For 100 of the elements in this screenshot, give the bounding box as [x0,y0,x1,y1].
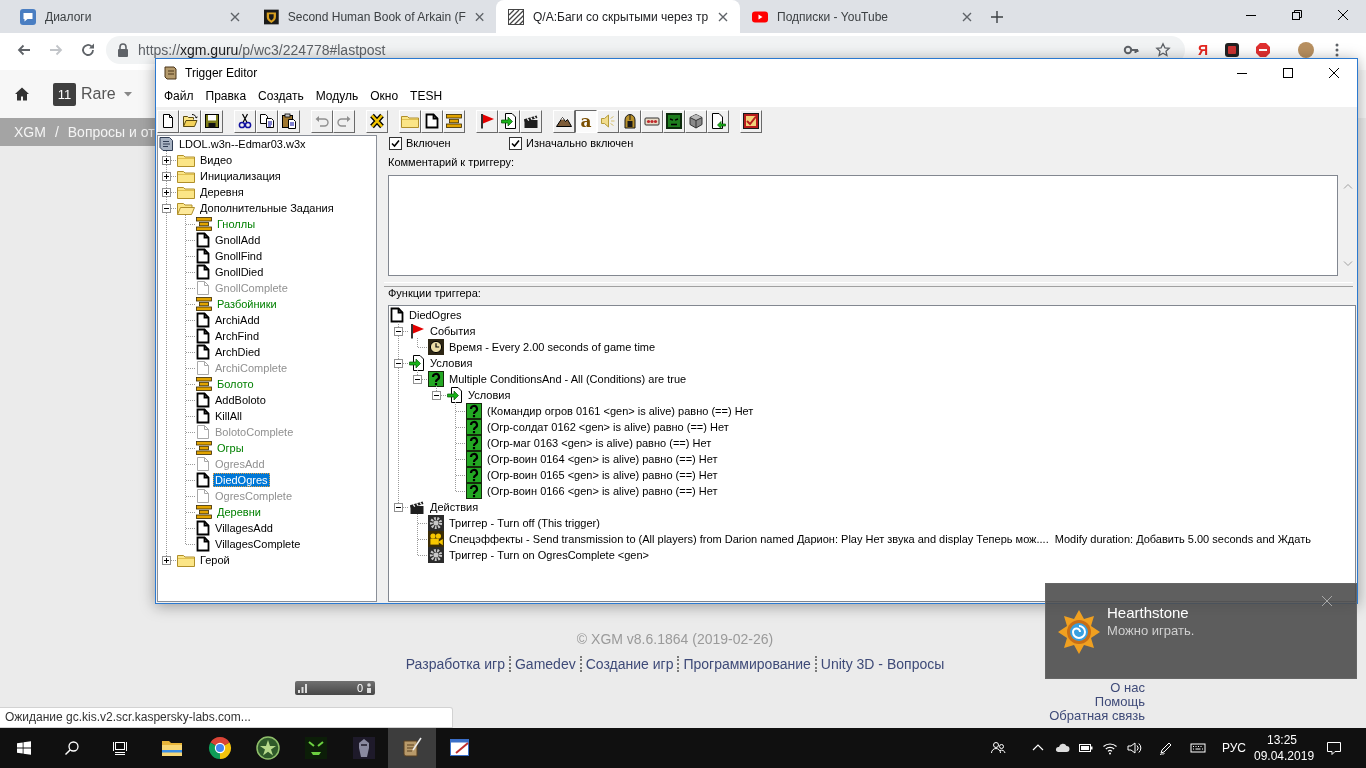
extension-icon[interactable] [1223,42,1240,58]
star-icon[interactable] [1155,42,1171,58]
reload-icon[interactable] [80,42,96,58]
toolbar-button[interactable] [443,109,465,133]
windows-logo-icon[interactable] [16,740,32,756]
maximize-icon[interactable] [1283,67,1293,78]
tree-item[interactable]: Болото [215,377,256,391]
tree-item[interactable]: GnollDied [213,265,266,279]
tree-item[interactable]: GnollFind [213,249,265,263]
back-icon[interactable] [16,42,32,58]
tree-item[interactable]: Условия [466,388,513,402]
extension-button[interactable]: Я [1198,42,1209,58]
footer-link[interactable]: О нас [1110,681,1145,695]
footer-link[interactable]: Обратная связь [1049,709,1145,723]
home-icon[interactable] [14,86,30,102]
tree-item[interactable]: (Командир огров 0161 <gen> is alive) равно (==) Нет [485,404,756,418]
menu-item[interactable]: Создать [252,87,310,106]
monster-face-icon[interactable] [304,736,328,760]
people-icon[interactable] [989,740,1006,756]
checkbox[interactable] [389,137,402,150]
minus-icon[interactable] [162,204,171,213]
footer-link[interactable]: Создание игр [579,656,678,672]
tree-item[interactable]: (Огр-воин 0165 <gen> is alive) равно (==) Нет [485,468,720,482]
tree-item[interactable]: Спецэффекты - Send transmission to (All players) from Darion named Дарион: Play Нет звука and display Теперь мож.... Modify duration: Добавить 5.00 seconds and Ждать [447,532,1313,546]
tree-item[interactable]: (Огр-маг 0163 <gen> is alive) равно (==) Нет [485,436,714,450]
tree-item[interactable]: Действия [428,500,481,514]
search-icon[interactable] [64,740,80,756]
plus-icon[interactable] [162,556,171,565]
tree-item[interactable]: GnollAdd [213,233,263,247]
tree-item[interactable]: DiedOgres [213,473,270,487]
keyboard-icon[interactable] [1189,740,1206,756]
menu-item[interactable]: TESH [404,87,449,106]
language-indicator[interactable]: РУС [1221,739,1246,757]
tree-item[interactable]: Огры [215,441,246,455]
tree-item[interactable]: Триггер - Turn on OgresComplete <gen> [447,548,651,562]
comment-field[interactable] [388,175,1338,276]
speaker-icon[interactable] [1125,740,1142,756]
tree-item[interactable]: AddBoloto [213,393,268,407]
close-icon[interactable] [1338,10,1348,20]
armored-figure-icon[interactable] [352,736,376,760]
tree-item[interactable]: Гноллы [215,217,258,231]
scroll-quill-icon[interactable] [400,736,424,760]
task-view-icon[interactable] [112,740,128,756]
tree-item[interactable]: ArchDied [213,345,263,359]
avatar-icon[interactable] [1297,42,1314,58]
close-icon[interactable] [1329,67,1339,78]
minus-icon[interactable] [394,503,403,512]
lines-icon[interactable] [446,114,462,128]
browser-tab[interactable]: Диалоги [8,0,252,33]
clock-time[interactable]: 13:25 [1254,732,1310,748]
tree-item[interactable]: Герой [198,553,232,567]
menu-item[interactable]: Правка [199,87,253,106]
tree-item[interactable]: VillagesAdd [213,521,275,535]
toolbar-button[interactable]: a [575,109,597,133]
tree-item[interactable]: Условия [428,356,475,370]
footer-link[interactable]: Разработка игр [401,656,509,672]
footer-link[interactable]: Unity 3D - Вопросы [814,656,949,672]
chat-bubble-icon[interactable] [1326,740,1342,756]
minus-icon[interactable] [394,359,403,368]
plus-icon[interactable] [162,172,171,181]
browser-tab[interactable]: Second Human Book of Arkain (F [252,0,496,33]
tree-item[interactable]: Дополнительные Задания [198,201,336,215]
menu-item[interactable]: Файл [158,87,200,106]
round-emblem-icon[interactable] [256,736,280,760]
menu-item[interactable]: Окно [364,87,405,106]
tree-item[interactable]: (Огр-солдат 0162 <gen> is alive) равно (==) Нет [485,420,731,434]
checkbox[interactable] [509,137,522,150]
browser-tab[interactable]: Q/A:Баги со скрытыми через тр [496,0,740,33]
restore-icon[interactable] [1292,10,1302,20]
tree-item[interactable]: Деревня [198,185,246,199]
tree-item[interactable]: (Огр-воин 0166 <gen> is alive) равно (==) Нет [485,484,720,498]
tree-item[interactable]: VillagesComplete [213,537,303,551]
menu-item[interactable]: Модуль [309,87,365,106]
tree-item[interactable]: Видео [198,153,235,167]
minus-icon[interactable] [394,327,403,336]
close-icon[interactable] [718,11,728,22]
footer-link[interactable]: Помощь [1094,695,1145,709]
tree-item[interactable]: Триггер - Turn off (This trigger) [447,516,602,530]
plus-icon[interactable] [162,156,171,165]
pen-icon[interactable] [1157,740,1174,756]
plus-icon[interactable] [162,188,171,197]
tree-item[interactable]: (Огр-воин 0164 <gen> is alive) равно (==) Нет [485,452,720,466]
tree-item[interactable]: LDOL.w3n--Edmar03.w3x [177,137,308,151]
tree-item[interactable]: Деревни [215,505,263,519]
new-tab-icon[interactable] [990,9,1004,24]
tree-item[interactable]: Инициализация [198,169,283,183]
tree-item[interactable]: События [428,324,478,338]
tree-item[interactable]: Разбойники [215,297,279,311]
tree-item[interactable]: Время - Every 2.00 seconds of game time [447,340,658,354]
footer-link[interactable]: Gamedev [508,656,580,672]
tree-item[interactable]: DiedOgres [407,308,464,322]
ring-logo-icon[interactable] [208,736,232,760]
minus-icon[interactable] [432,391,441,400]
stop-sign-icon[interactable] [1254,42,1271,58]
tree-item[interactable]: KillAll [213,409,244,423]
footer-link[interactable]: Программирование [677,656,815,672]
tree-item[interactable]: Multiple ConditionsAnd - All (Conditions) are true [447,372,689,386]
rank-dropdown[interactable]: Rare [81,82,132,106]
browser-tab[interactable]: Подписки - YouTube [740,0,984,33]
tree-item[interactable]: ArchiAdd [213,313,262,327]
